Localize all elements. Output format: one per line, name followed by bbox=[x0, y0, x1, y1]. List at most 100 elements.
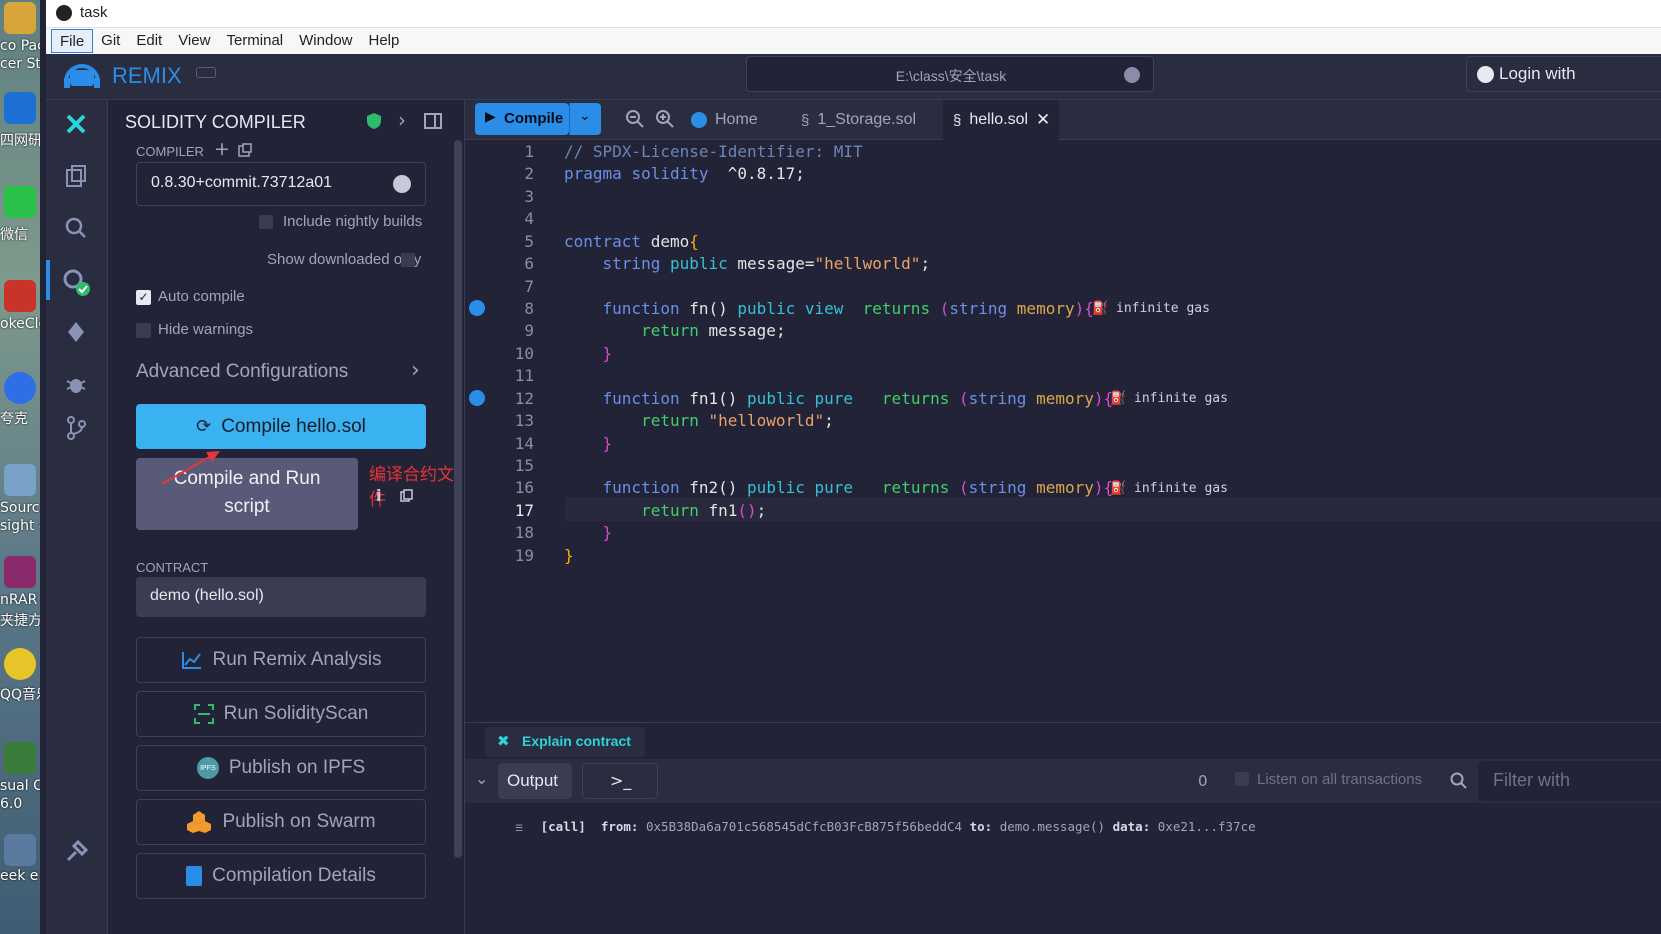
wechat-icon[interactable] bbox=[4, 186, 36, 218]
hide-warnings-checkbox[interactable] bbox=[136, 323, 151, 338]
gas-estimate: ⛽ infinite gas bbox=[1110, 481, 1228, 496]
app-shortcut-icon[interactable] bbox=[4, 2, 36, 34]
search-icon[interactable] bbox=[1450, 772, 1468, 790]
deploy-run-icon[interactable] bbox=[60, 316, 92, 348]
downloaded-checkbox[interactable] bbox=[401, 253, 415, 267]
info-icon[interactable]: i bbox=[376, 486, 381, 505]
github-icon bbox=[1477, 66, 1494, 83]
dock-panel-icon[interactable] bbox=[424, 113, 442, 129]
code-line: contract demo{ bbox=[564, 232, 699, 251]
git-icon[interactable] bbox=[60, 412, 92, 444]
annotation-arrow bbox=[161, 451, 220, 485]
compile-button[interactable]: ⟳ Compile hello.sol bbox=[136, 404, 426, 449]
app-shortcut-icon[interactable] bbox=[4, 834, 36, 866]
pending-tx-count: 0 bbox=[1198, 772, 1208, 790]
publish-swarm-button[interactable]: Publish on Swarm bbox=[136, 799, 426, 845]
explain-contract-button[interactable]: ✖ Explain contract bbox=[485, 727, 645, 757]
zoom-out-icon[interactable] bbox=[625, 109, 645, 129]
tab-hello-sol[interactable]: § hello.sol ✕ bbox=[943, 100, 1059, 140]
tab-home-label: Home bbox=[715, 111, 758, 128]
code-line: return "helloworld"; bbox=[641, 411, 834, 430]
tab-home[interactable]: Home bbox=[691, 100, 758, 140]
auto-compile-checkbox[interactable]: ✓ bbox=[136, 290, 151, 305]
auto-compile-label: Auto compile bbox=[158, 288, 245, 305]
publish-ipfs-button[interactable]: IPFS Publish on IPFS bbox=[136, 745, 426, 791]
winrar-icon[interactable] bbox=[4, 556, 36, 588]
ai-assistant-icon[interactable] bbox=[60, 108, 92, 140]
search-icon[interactable] bbox=[60, 212, 92, 244]
collapse-icon[interactable]: ⌄ bbox=[475, 769, 488, 788]
app-shortcut-icon[interactable] bbox=[4, 742, 36, 774]
listen-checkbox[interactable] bbox=[1235, 772, 1249, 786]
remix-home-icon bbox=[691, 112, 707, 128]
menu-file[interactable]: File bbox=[51, 29, 94, 53]
menu-window[interactable]: Window bbox=[291, 29, 360, 53]
desktop-label: QQ音乐 bbox=[0, 687, 40, 703]
add-compiler-icon[interactable]: + bbox=[214, 138, 230, 160]
play-icon: ▶ bbox=[485, 109, 496, 125]
remix-topbar: REMIX E:\class\安全\task Login with bbox=[46, 54, 1661, 100]
advanced-config-toggle[interactable]: Advanced Configurations › bbox=[136, 358, 426, 388]
compiler-version-select[interactable]: 0.8.30+commit.73712a01 bbox=[136, 162, 426, 206]
prompt-icon: >_ bbox=[610, 771, 632, 790]
desktop-label: 夸克 bbox=[0, 411, 28, 427]
run-solidityscan-button[interactable]: Run SolidityScan bbox=[136, 691, 426, 737]
app-shortcut-icon[interactable] bbox=[4, 280, 36, 312]
breakpoint-marker[interactable] bbox=[469, 300, 485, 316]
line-number: 14 bbox=[514, 434, 534, 453]
theme-toggle[interactable] bbox=[196, 67, 216, 78]
line-number: 7 bbox=[524, 277, 534, 296]
login-github-button[interactable]: Login with bbox=[1466, 56, 1661, 92]
nightly-checkbox[interactable] bbox=[259, 215, 273, 229]
workspace-path[interactable]: E:\class\安全\task bbox=[746, 56, 1154, 92]
desktop-label: Sourc bbox=[0, 500, 40, 516]
app-shortcut-icon[interactable] bbox=[4, 92, 36, 124]
run-remix-analysis-button[interactable]: Run Remix Analysis bbox=[136, 637, 426, 683]
app-shortcut-icon[interactable] bbox=[4, 464, 36, 496]
compilation-details-label: Compilation Details bbox=[212, 865, 376, 886]
terminal-prompt-tab[interactable]: >_ bbox=[582, 763, 658, 799]
terminal-log-entry[interactable]: ☰ [call] from: 0x5B38Da6a701c568545dCfcB… bbox=[515, 819, 1256, 834]
remix-logo-icon[interactable] bbox=[60, 56, 104, 96]
menu-help[interactable]: Help bbox=[361, 29, 408, 53]
quark-icon[interactable] bbox=[4, 372, 36, 404]
close-icon[interactable]: ✕ bbox=[1036, 110, 1050, 130]
menu-terminal[interactable]: Terminal bbox=[218, 29, 291, 53]
qqmusic-icon[interactable] bbox=[4, 648, 36, 680]
output-tab[interactable]: Output bbox=[498, 763, 572, 799]
desktop-strip: co Pac cer Stu 四网研 微信 okeClo 夸克 Sourc si… bbox=[0, 0, 40, 934]
zoom-in-icon[interactable] bbox=[655, 109, 675, 129]
code-editor[interactable] bbox=[465, 140, 1661, 722]
fuel-icon: ⛽ bbox=[1092, 301, 1109, 316]
desktop-label: 四网研 bbox=[0, 133, 40, 149]
line-number: 13 bbox=[514, 411, 534, 430]
filter-input[interactable]: Filter with bbox=[1478, 761, 1661, 801]
line-number: 17 bbox=[514, 501, 534, 520]
path-selector-icon[interactable] bbox=[1124, 67, 1140, 83]
solidity-compiler-icon[interactable] bbox=[60, 266, 92, 298]
compile-options-dropdown[interactable]: ⌄ bbox=[569, 103, 601, 135]
code-line: } bbox=[602, 434, 613, 453]
plugin-manager-icon[interactable] bbox=[60, 836, 92, 868]
contract-select[interactable]: demo (hello.sol) bbox=[136, 577, 426, 617]
menu-git[interactable]: Git bbox=[93, 29, 128, 53]
menu-view[interactable]: View bbox=[170, 29, 218, 53]
chevron-right-icon[interactable]: › bbox=[398, 108, 406, 132]
select-arrows-icon bbox=[393, 175, 411, 193]
compile-toolbar-button[interactable]: ▶ Compile ⌄ bbox=[475, 103, 601, 135]
custom-compiler-icon[interactable] bbox=[238, 143, 252, 157]
shield-icon[interactable] bbox=[366, 112, 382, 130]
breakpoint-marker[interactable] bbox=[469, 390, 485, 406]
tab-storage-sol[interactable]: § 1_Storage.sol bbox=[801, 100, 916, 140]
file-explorer-icon[interactable] bbox=[60, 160, 92, 192]
remix-app-icon bbox=[56, 5, 72, 21]
debugger-icon[interactable] bbox=[60, 368, 92, 400]
copy-icon[interactable] bbox=[400, 489, 413, 502]
brand-name: REMIX bbox=[112, 63, 182, 88]
compilation-details-button[interactable]: Compilation Details bbox=[136, 853, 426, 899]
login-label: Login with bbox=[1499, 64, 1576, 83]
line-number: 10 bbox=[514, 344, 534, 363]
panel-scrollbar[interactable] bbox=[454, 140, 462, 858]
menu-edit[interactable]: Edit bbox=[128, 29, 170, 53]
active-plugin-indicator bbox=[46, 260, 50, 300]
